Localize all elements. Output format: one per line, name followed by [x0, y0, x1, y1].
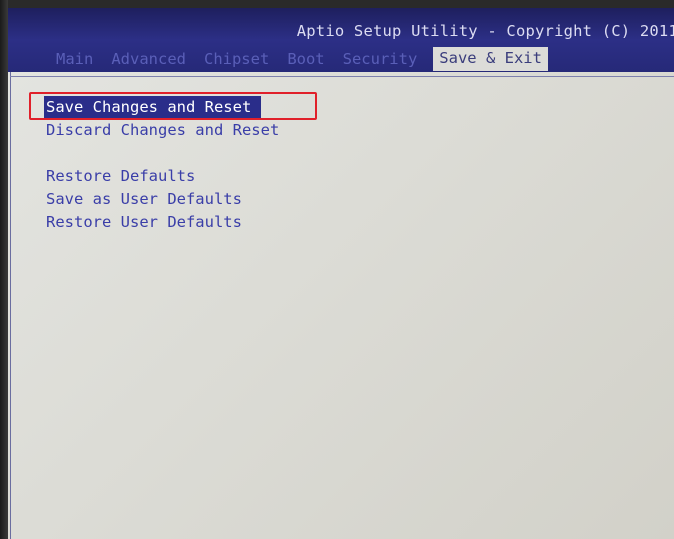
- monitor-bezel-top: [0, 0, 674, 8]
- tab-advanced[interactable]: Advanced: [109, 49, 188, 69]
- menu-item-save-changes-reset[interactable]: Save Changes and Reset: [44, 96, 262, 119]
- menu-spacer: [44, 142, 279, 165]
- tab-main[interactable]: Main: [54, 49, 95, 69]
- monitor-bezel-left: [0, 0, 8, 539]
- tab-security[interactable]: Security: [341, 49, 420, 69]
- photo-frame: Aptio Setup Utility - Copyright (C) 2011…: [0, 0, 674, 539]
- content-border-top: [10, 76, 674, 77]
- title-text: Aptio Setup Utility - Copyright (C) 2011: [296, 22, 674, 40]
- save-exit-menu: Save Changes and Reset Discard Changes a…: [44, 96, 279, 234]
- menu-item-restore-defaults[interactable]: Restore Defaults: [44, 165, 279, 188]
- bios-screen: Aptio Setup Utility - Copyright (C) 2011…: [8, 8, 674, 539]
- tab-bar: Main Advanced Chipset Boot Security Save…: [54, 47, 548, 71]
- title-bar: Aptio Setup Utility - Copyright (C) 2011…: [8, 8, 674, 72]
- menu-item-discard-changes-reset[interactable]: Discard Changes and Reset: [44, 119, 279, 142]
- content-border-left: [10, 72, 11, 539]
- menu-item-restore-user-defaults[interactable]: Restore User Defaults: [44, 211, 279, 234]
- menu-item-save-user-defaults[interactable]: Save as User Defaults: [44, 188, 279, 211]
- content-panel: Save Changes and Reset Discard Changes a…: [8, 72, 674, 539]
- tab-chipset[interactable]: Chipset: [202, 49, 271, 69]
- tab-save-exit[interactable]: Save & Exit: [433, 47, 548, 71]
- tab-boot[interactable]: Boot: [285, 49, 326, 69]
